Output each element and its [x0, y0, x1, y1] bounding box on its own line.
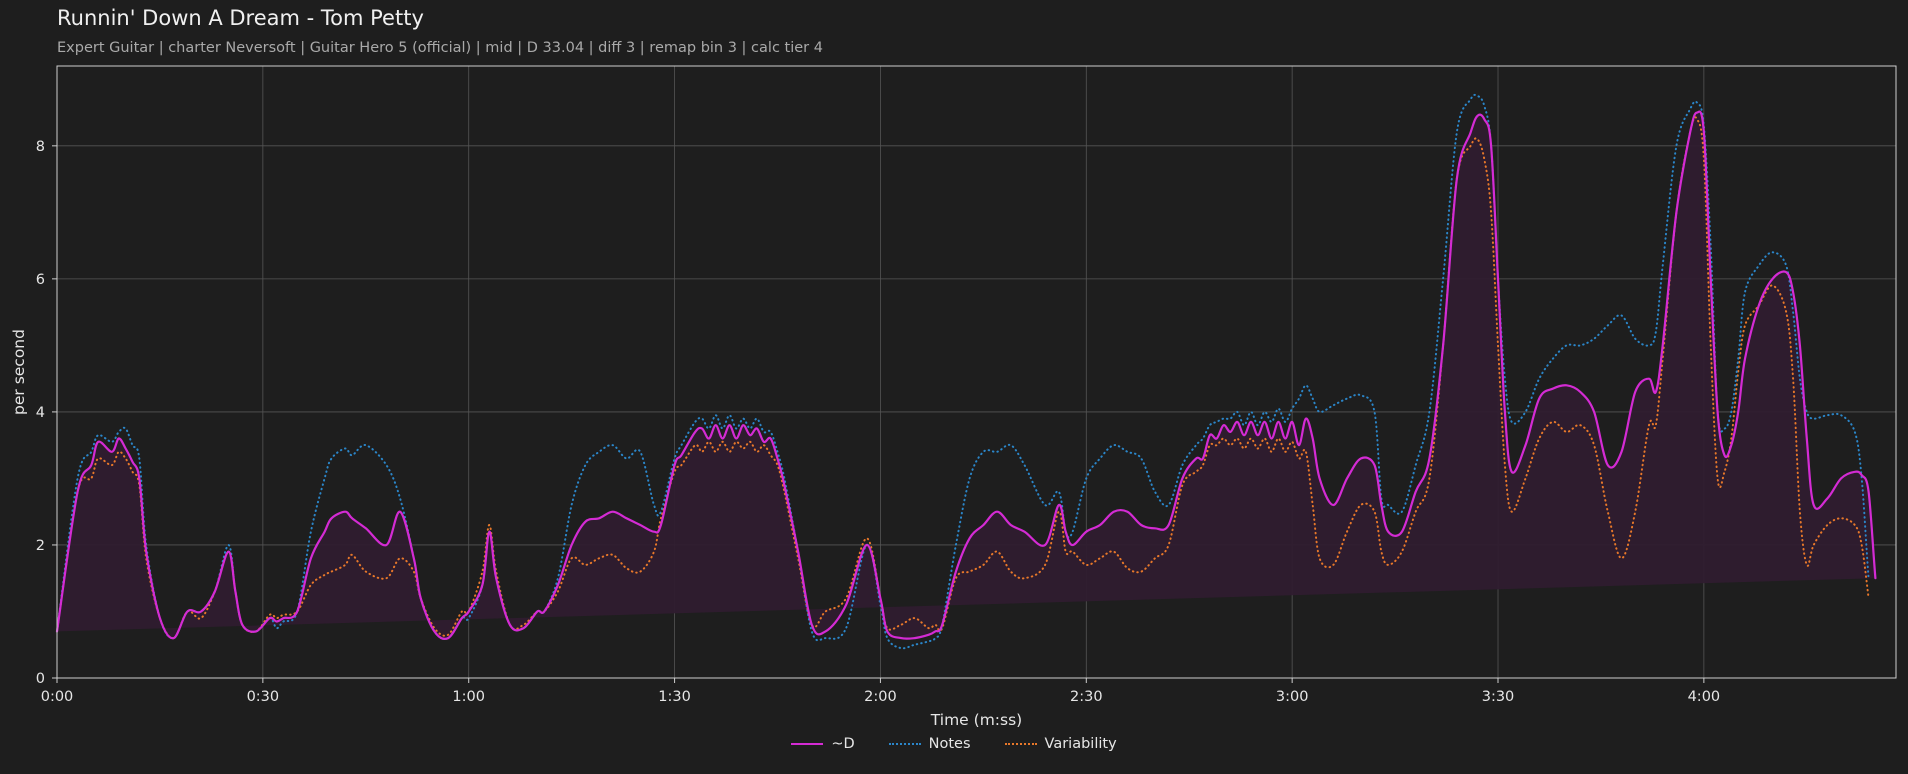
- x-tick-label: 2:30: [1070, 689, 1103, 705]
- legend-label-variability: Variability: [1044, 736, 1117, 752]
- y-axis-label: per second: [10, 329, 28, 415]
- x-tick-label: 4:00: [1688, 689, 1721, 705]
- legend-swatch-notes: [888, 743, 921, 745]
- legend-label-d: ~D: [831, 736, 855, 752]
- legend-item-variability: Variability: [1004, 736, 1117, 752]
- legend-swatch-d: [791, 743, 824, 745]
- y-tick-label: 0: [36, 671, 45, 687]
- chart-plot: 0:00 0:30 1:00 1:30 2:00 2:30 3:00 3:30 4:00 0 2 4 6…: [10, 65, 1897, 729]
- legend-label-notes: Notes: [928, 736, 971, 752]
- legend-item-notes: Notes: [888, 736, 971, 752]
- x-tick-label: 1:30: [658, 689, 691, 705]
- x-tick-label: 1:00: [452, 689, 485, 705]
- d-area: [57, 111, 1876, 639]
- x-axis-label: Time (m:ss): [930, 711, 1022, 729]
- y-tick-label: 8: [36, 139, 45, 155]
- legend: ~D Notes Variability: [0, 736, 1908, 752]
- x-tick-label: 2:00: [864, 689, 897, 705]
- x-tick-label: 3:30: [1482, 689, 1515, 705]
- x-tick-label: 0:00: [41, 689, 74, 705]
- legend-item-d: ~D: [791, 736, 855, 752]
- legend-swatch-variability: [1004, 743, 1037, 745]
- x-tick-label: 0:30: [247, 689, 280, 705]
- d-area-fill: [57, 111, 1876, 639]
- y-tick-label: 2: [36, 538, 45, 554]
- x-tick-label: 3:00: [1276, 689, 1309, 705]
- y-tick-label: 4: [36, 405, 45, 421]
- y-tick-label: 6: [36, 272, 45, 288]
